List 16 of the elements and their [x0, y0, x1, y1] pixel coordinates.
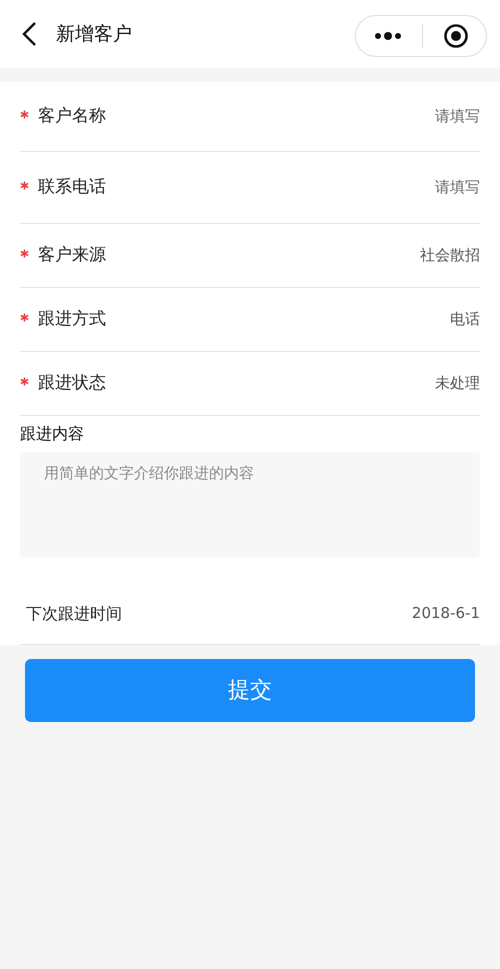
field-label: 客户名称 — [38, 104, 106, 128]
section-label: 跟进内容 — [20, 423, 85, 445]
picker-value[interactable]: 电话 — [450, 308, 480, 331]
content-textarea[interactable]: 用简单的文字介绍你跟进的内容 — [20, 452, 480, 558]
field-label: 跟进方式 — [38, 308, 106, 331]
field-label: 下次跟进时间 — [26, 602, 122, 624]
page-title: 新增客户 — [56, 22, 132, 47]
field-label: 联系电话 — [38, 176, 106, 199]
more-icon[interactable] — [374, 32, 402, 40]
picker-value[interactable]: 社会散招 — [420, 244, 480, 267]
field-label: 跟进状态 — [38, 372, 106, 395]
picker-value[interactable]: 未处理 — [435, 372, 480, 395]
input-field[interactable]: 请填写 — [280, 176, 480, 199]
input-field[interactable]: 请填写 — [280, 105, 480, 128]
field-label: 客户来源 — [38, 244, 106, 267]
date-picker[interactable]: 2018-6-1 — [412, 602, 480, 625]
